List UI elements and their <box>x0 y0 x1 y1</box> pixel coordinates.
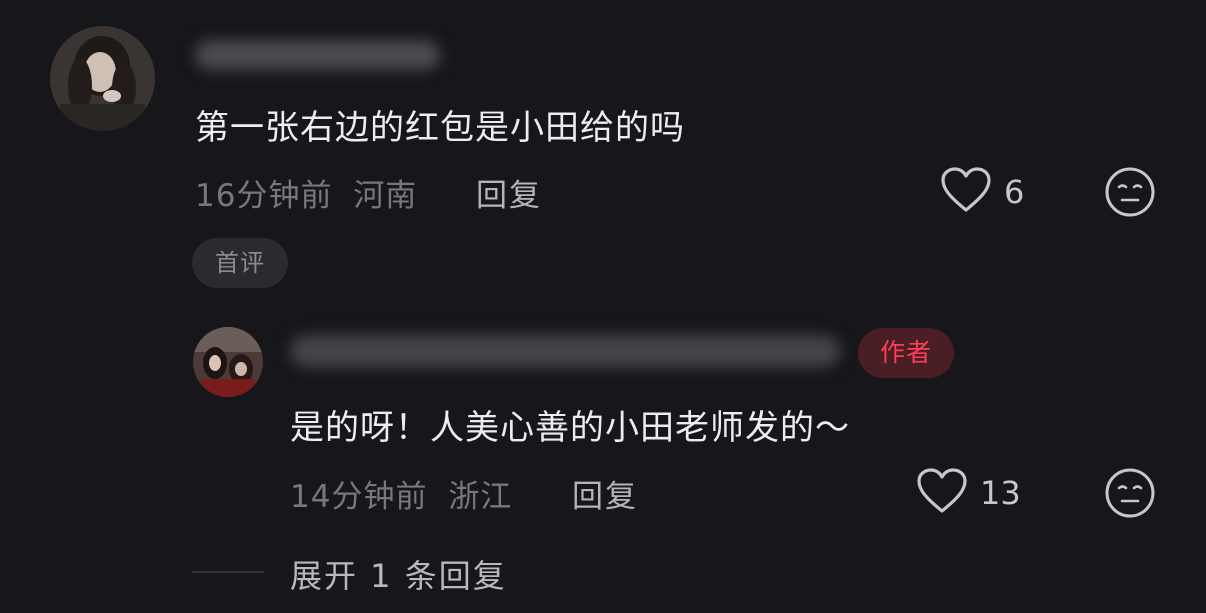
emoji-face-icon[interactable] <box>1104 166 1156 222</box>
heart-outline-icon <box>940 166 992 218</box>
author-avatar[interactable] <box>193 327 263 397</box>
comment-meta: 16分钟前 河南 <box>195 170 417 215</box>
comment-time: 16分钟前 <box>195 178 333 214</box>
reply-button[interactable]: 回复 <box>476 170 542 215</box>
reply-meta: 14分钟前 浙江 <box>290 471 512 516</box>
reply-time: 14分钟前 <box>290 479 428 515</box>
emoji-face-icon[interactable] <box>1104 467 1156 523</box>
blurred-author-username[interactable] <box>290 335 840 367</box>
comment-section: 第一张右边的红包是小田给的吗 16分钟前 河南 回复 6 首评 作者 是的呀！人… <box>0 0 1206 613</box>
like-button[interactable]: 6 <box>940 166 1024 218</box>
expand-replies-button[interactable]: 展开 1 条回复 <box>290 551 507 597</box>
first-comment-badge: 首评 <box>192 238 288 288</box>
like-button[interactable]: 13 <box>916 467 1021 519</box>
blurred-username[interactable] <box>195 40 440 70</box>
commenter-avatar[interactable] <box>50 26 155 131</box>
comment-location: 河南 <box>353 178 418 214</box>
like-count: 6 <box>1004 173 1025 211</box>
reply-text: 是的呀！人美心善的小田老师发的～ <box>290 408 850 448</box>
heart-outline-icon <box>916 467 968 519</box>
author-badge: 作者 <box>858 328 954 378</box>
like-count: 13 <box>980 474 1021 512</box>
reply-location: 浙江 <box>448 479 513 515</box>
comment-text: 第一张右边的红包是小田给的吗 <box>195 108 685 148</box>
expand-divider <box>192 571 264 573</box>
reply-button[interactable]: 回复 <box>572 471 638 516</box>
